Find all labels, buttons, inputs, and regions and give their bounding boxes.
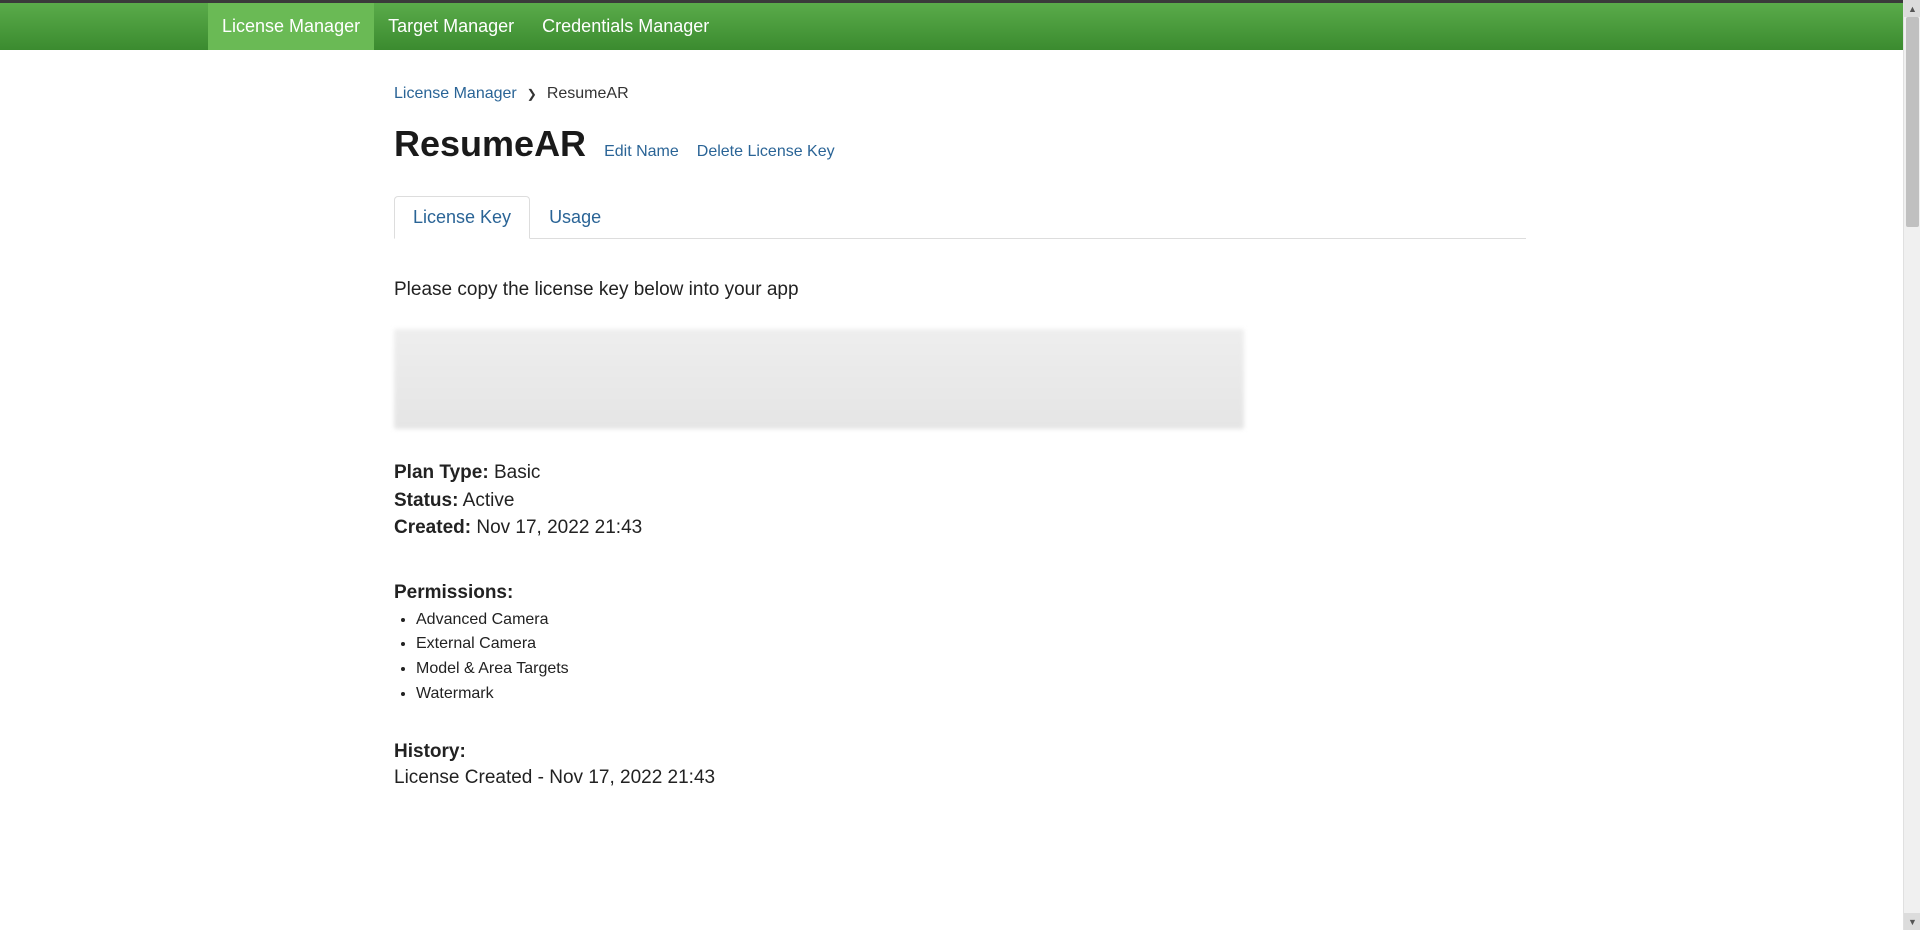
permission-item: External Camera [416,632,1526,657]
license-key-box[interactable] [394,329,1244,429]
nav-target-manager[interactable]: Target Manager [374,3,528,50]
scroll-down-arrow-icon[interactable]: ▼ [1904,913,1920,930]
history-title: History: [394,741,1526,763]
tab-label: Usage [549,207,601,227]
status-line: Status: Active [394,487,1526,515]
tab-usage[interactable]: Usage [530,196,620,239]
created-value: Nov 17, 2022 21:43 [476,517,642,538]
tab-license-key[interactable]: License Key [394,196,530,239]
status-label: Status: [394,490,458,511]
breadcrumb: License Manager ❯ ResumeAR [394,50,1526,113]
breadcrumb-parent-link[interactable]: License Manager [394,85,517,103]
vertical-scrollbar[interactable]: ▲ ▼ [1903,0,1920,930]
edit-name-link[interactable]: Edit Name [604,143,679,161]
nav-label: Target Manager [388,16,514,37]
scroll-thumb[interactable] [1906,17,1919,227]
created-line: Created: Nov 17, 2022 21:43 [394,514,1526,542]
content-area: License Manager ❯ ResumeAR ResumeAR Edit… [394,50,1526,839]
nav-license-manager[interactable]: License Manager [208,3,374,50]
tabs: License Key Usage [394,195,1526,239]
title-row: ResumeAR Edit Name Delete License Key [394,113,1526,195]
chevron-right-icon: ❯ [527,87,537,101]
plan-type-line: Plan Type: Basic [394,459,1526,487]
nav-label: Credentials Manager [542,16,709,37]
delete-license-key-link[interactable]: Delete License Key [697,143,835,161]
permissions-list: Advanced Camera External Camera Model & … [394,608,1526,707]
permission-item: Model & Area Targets [416,657,1526,682]
nav-label: License Manager [222,16,360,37]
scroll-up-arrow-icon[interactable]: ▲ [1904,0,1920,17]
history-item: License Created - Nov 17, 2022 21:43 [394,767,1526,789]
main-nav: License Manager Target Manager Credentia… [0,3,1920,50]
instruction-text: Please copy the license key below into y… [394,279,1526,301]
permission-item: Watermark [416,682,1526,707]
permissions-title: Permissions: [394,582,1526,604]
history-section: History: License Created - Nov 17, 2022 … [394,741,1526,789]
created-label: Created: [394,517,471,538]
tab-label: License Key [413,207,511,227]
permission-item: Advanced Camera [416,608,1526,633]
plan-type-label: Plan Type: [394,462,489,483]
breadcrumb-current: ResumeAR [547,85,629,103]
plan-type-value: Basic [494,462,540,483]
nav-credentials-manager[interactable]: Credentials Manager [528,3,723,50]
page-title: ResumeAR [394,123,586,165]
status-value: Active [463,490,515,511]
